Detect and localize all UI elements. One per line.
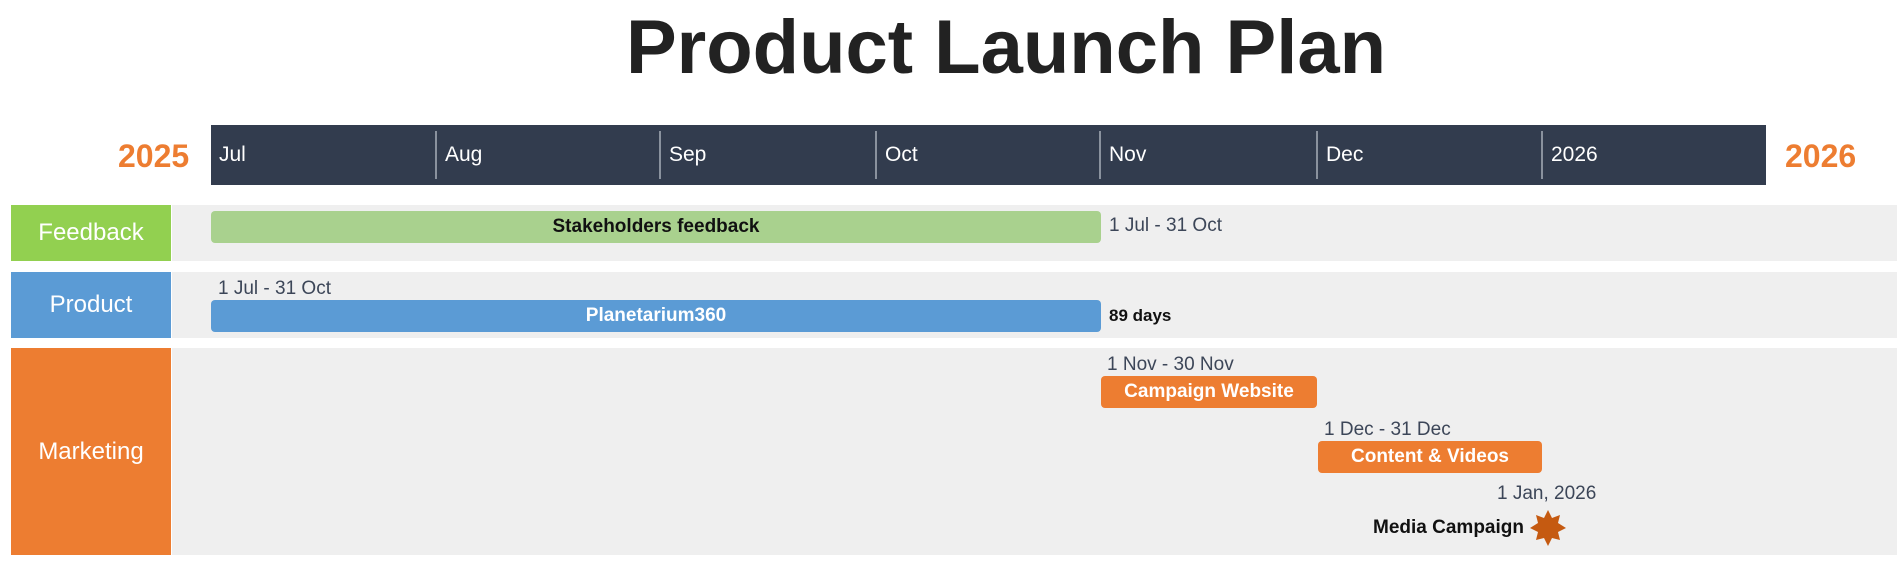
month-dec: Dec (1326, 143, 1364, 166)
month-2026: 2026 (1551, 143, 1598, 166)
month-jul: Jul (219, 143, 246, 166)
starburst-icon[interactable] (1529, 509, 1567, 547)
marketing-row (172, 348, 1897, 555)
end-year: 2026 (1785, 138, 1857, 174)
task-dates: 1 Dec - 31 Dec (1324, 419, 1451, 440)
start-year: 2025 (118, 138, 190, 174)
task-bar-campaign-website[interactable]: Campaign Website (1101, 376, 1317, 408)
task-bar-stakeholders-feedback[interactable]: Stakeholders feedback (211, 211, 1101, 243)
row-label-product: Product (11, 272, 171, 338)
timescale: Jul Aug Sep Oct Nov Dec 2026 (211, 125, 1766, 185)
milestone-date: 1 Jan, 2026 (1497, 483, 1597, 504)
task-dates: 1 Jul - 31 Oct (218, 278, 331, 299)
task-duration: 89 days (1109, 306, 1172, 325)
task-dates: 1 Nov - 30 Nov (1107, 354, 1234, 375)
row-label-marketing: Marketing (11, 348, 171, 555)
task-bar-content-videos[interactable]: Content & Videos (1318, 441, 1542, 473)
month-oct: Oct (885, 143, 918, 166)
month-aug: Aug (445, 143, 483, 166)
milestone-label: Media Campaign (1373, 517, 1524, 538)
chart-title: Product Launch Plan (625, 5, 1387, 90)
task-dates: 1 Jul - 31 Oct (1109, 215, 1222, 236)
month-nov: Nov (1109, 143, 1147, 166)
row-label-feedback: Feedback (11, 205, 171, 261)
month-sep: Sep (669, 143, 707, 166)
task-bar-planetarium360[interactable]: Planetarium360 (211, 300, 1101, 332)
